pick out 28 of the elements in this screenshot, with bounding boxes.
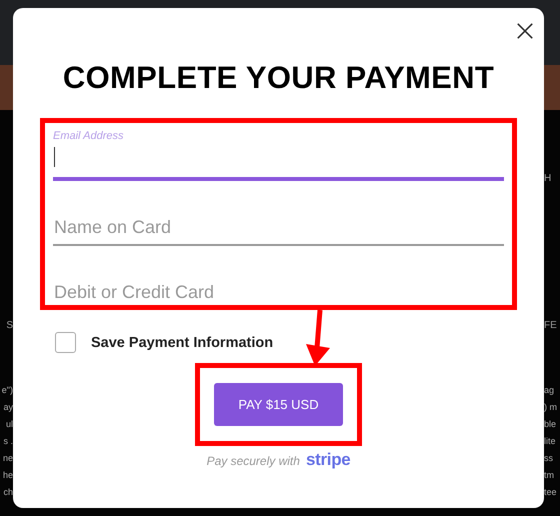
background-text: lite: [544, 435, 557, 448]
brand-logo: stripe: [306, 450, 350, 470]
background-text: tee: [544, 486, 558, 499]
background-text: H: [544, 172, 552, 185]
background-text: tm: [544, 469, 555, 482]
checkbox-label: Save Payment Information: [91, 334, 274, 350]
background-text: ag: [544, 384, 556, 397]
pay-button[interactable]: PAY $15 USD: [214, 383, 343, 426]
input-field[interactable]: Debit or Credit Card: [53, 268, 504, 305]
background-text: ble: [544, 418, 558, 431]
background-text: s .: [2, 435, 13, 448]
close-icon[interactable]: [516, 22, 534, 40]
dialog-title: COMPLETE YOUR PAYMENT: [62, 60, 494, 96]
background-text: ne: [2, 452, 13, 465]
background-text: ul: [4, 418, 13, 431]
input-field[interactable]: Name on Card: [53, 203, 504, 246]
secure-note: Pay securely with: [206, 454, 300, 468]
checkbox[interactable]: [55, 332, 76, 353]
background-text: ) m: [544, 401, 558, 414]
field-label: Email Address: [53, 129, 125, 143]
background-text: e"): [0, 384, 13, 397]
background-text: ay: [2, 401, 13, 414]
background-text: ch: [2, 486, 13, 499]
background-text: S: [5, 319, 13, 332]
background-text: he: [2, 469, 13, 482]
background-text: FE: [544, 319, 558, 332]
background-text: ss: [544, 452, 554, 465]
text-cursor: [54, 147, 55, 167]
